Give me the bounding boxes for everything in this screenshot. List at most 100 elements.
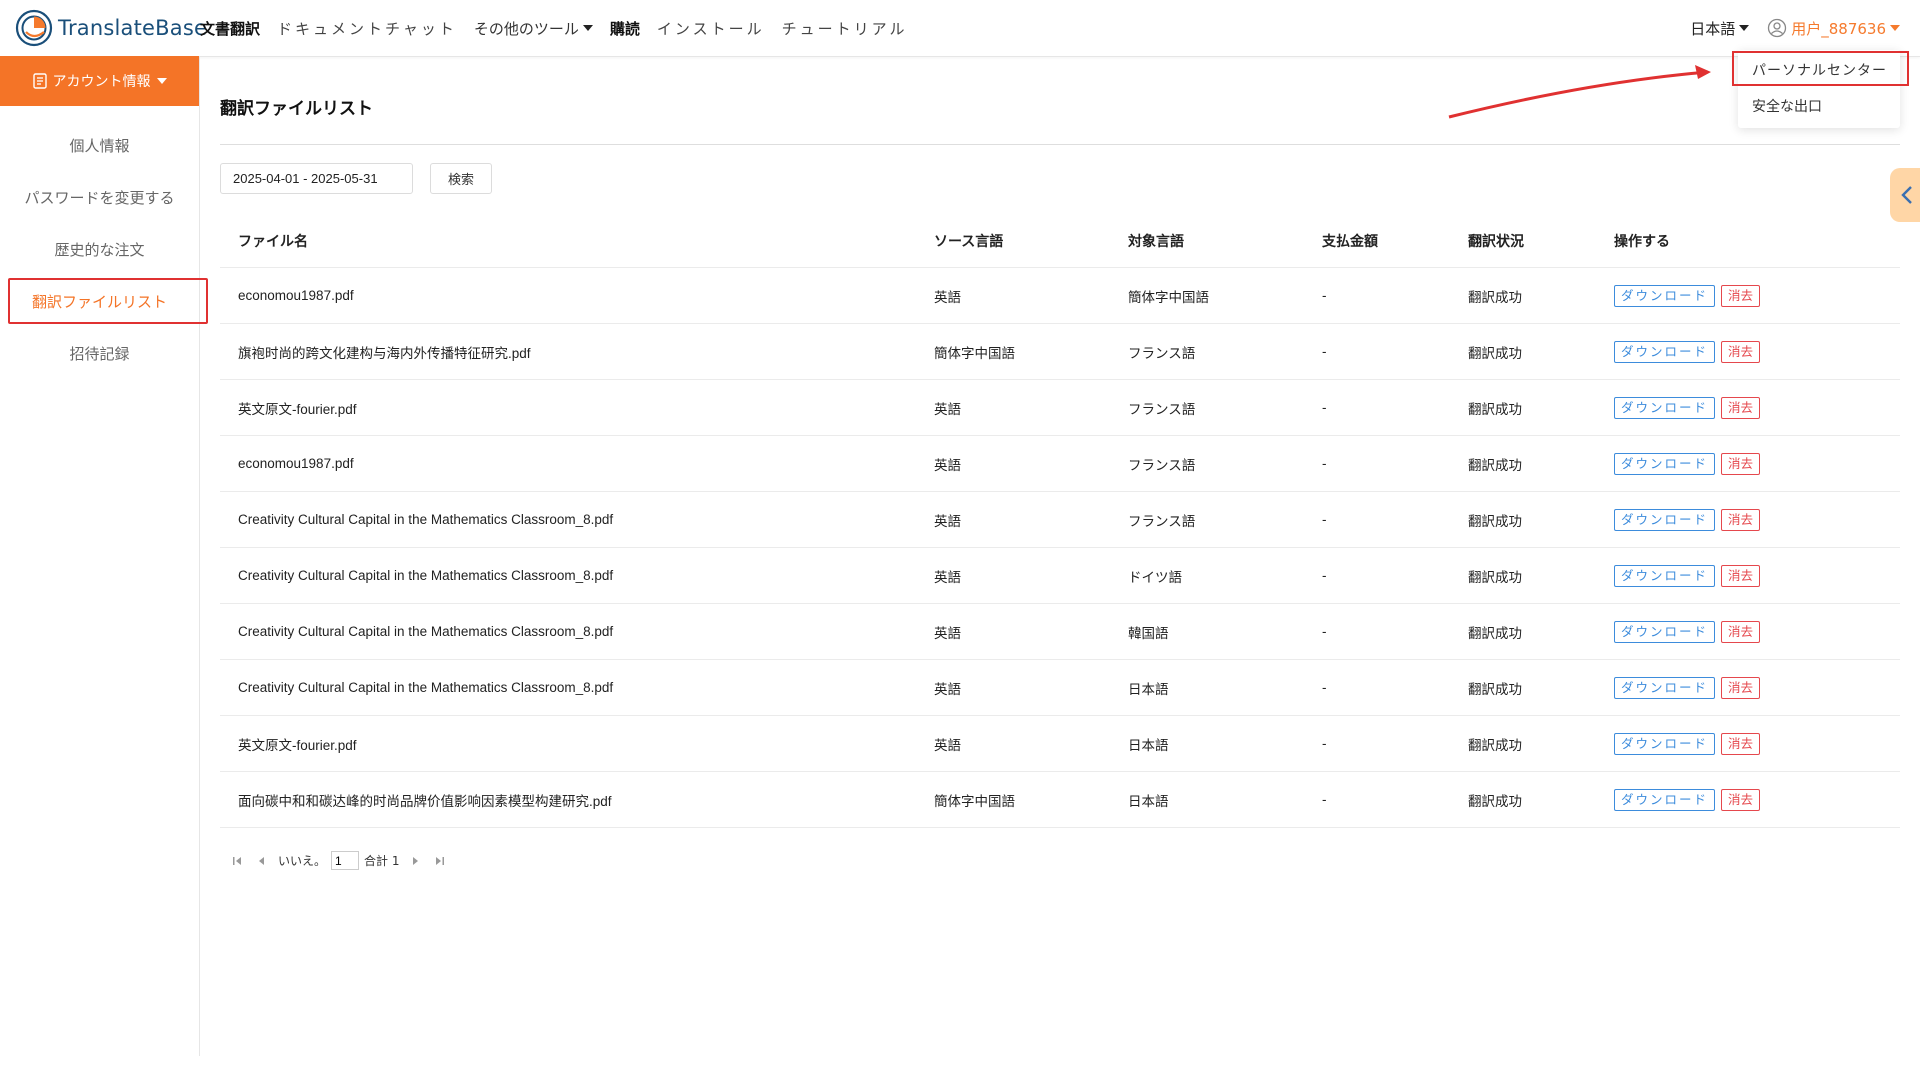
nav-label: チュートリアル <box>781 19 908 38</box>
download-button[interactable]: ダウンロード <box>1614 732 1716 755</box>
next-page-icon[interactable] <box>407 852 425 870</box>
pagination: いいえ。 合計 1 <box>228 851 455 870</box>
table-row: Creativity Cultural Capital in the Mathe… <box>220 491 1900 548</box>
column-header-status: 翻訳状況 <box>1450 215 1596 268</box>
actions-cell: ダウンロード 消去 <box>1596 491 1900 548</box>
status-cell: 翻訳成功 <box>1450 323 1596 380</box>
nav-label: 購読 <box>609 19 640 38</box>
source-language-cell: 英語 <box>916 379 1110 436</box>
delete-button[interactable]: 消去 <box>1721 788 1761 811</box>
target-language-cell: フランス語 <box>1110 379 1304 436</box>
download-button[interactable]: ダウンロード <box>1614 340 1716 363</box>
caret-down-icon <box>582 25 593 31</box>
source-language-cell: 簡体字中国語 <box>916 771 1110 828</box>
caret-down-icon <box>1739 25 1750 31</box>
last-page-icon[interactable] <box>431 852 449 870</box>
delete-button[interactable]: 消去 <box>1721 620 1761 643</box>
account-info-header[interactable]: アカウント情報 <box>0 56 199 106</box>
main-menu: 文書翻訳 ドキュメントチャット その他のツール 購読 インストール チュートリア… <box>200 0 924 56</box>
payment-cell: - <box>1304 435 1450 492</box>
top-navbar: TranslateBase 文書翻訳 ドキュメントチャット その他のツール 購読… <box>0 0 1920 57</box>
status-cell: 翻訳成功 <box>1450 659 1596 716</box>
target-language-cell: 簡体字中国語 <box>1110 267 1304 324</box>
column-header-file-name: ファイル名 <box>220 215 916 268</box>
source-language-cell: 英語 <box>916 659 1110 716</box>
page-title: 翻訳ファイルリスト <box>220 99 373 119</box>
side-panel-toggle[interactable] <box>1890 168 1920 222</box>
payment-cell: - <box>1304 659 1450 716</box>
payment-cell: - <box>1304 715 1450 772</box>
actions-cell: ダウンロード 消去 <box>1596 379 1900 436</box>
target-language-cell: フランス語 <box>1110 435 1304 492</box>
download-button[interactable]: ダウンロード <box>1614 508 1716 531</box>
search-button[interactable]: 検索 <box>430 163 492 194</box>
target-language-cell: フランス語 <box>1110 323 1304 380</box>
download-button[interactable]: ダウンロード <box>1614 396 1716 419</box>
column-header-actions: 操作する <box>1596 215 1900 268</box>
payment-cell: - <box>1304 771 1450 828</box>
sidebar-item-label: 個人情報 <box>69 137 130 155</box>
divider <box>220 144 1900 145</box>
nav-document-translation[interactable]: 文書翻訳 <box>200 18 260 39</box>
sidebar-item-invitation-records[interactable]: 招待記録 <box>0 328 199 380</box>
download-button[interactable]: ダウンロード <box>1614 452 1716 475</box>
download-button[interactable]: ダウンロード <box>1614 788 1716 811</box>
file-name-cell: 英文原文-fourier.pdf <box>220 379 916 436</box>
chevron-left-icon <box>1901 186 1912 204</box>
table-row: 旗袍时尚的跨文化建构与海内外传播特征研究.pdf 簡体字中国語 フランス語 - 翻訳成功… <box>220 323 1900 380</box>
status-cell: 翻訳成功 <box>1450 491 1596 548</box>
payment-cell: - <box>1304 491 1450 548</box>
language-selector[interactable]: 日本語 <box>1690 18 1750 39</box>
sidebar-item-order-history[interactable]: 歴史的な注文 <box>0 224 199 276</box>
nav-install[interactable]: インストール <box>657 18 765 39</box>
delete-button[interactable]: 消去 <box>1721 564 1761 587</box>
sidebar-item-translation-files[interactable]: 翻訳ファイルリスト <box>0 276 208 328</box>
brand-logo[interactable]: TranslateBase <box>14 8 207 48</box>
download-button[interactable]: ダウンロード <box>1614 620 1716 643</box>
table-row: 英文原文-fourier.pdf 英語 フランス語 - 翻訳成功 ダウンロード 消去 <box>220 379 1900 436</box>
delete-button[interactable]: 消去 <box>1721 732 1761 755</box>
menu-item-secure-exit[interactable]: 安全な出口 <box>1738 89 1900 125</box>
file-name-cell: 面向碳中和和碳达峰的时尚品牌价值影响因素模型构建研究.pdf <box>220 771 916 828</box>
sidebar-item-label: 翻訳ファイルリスト <box>31 293 167 311</box>
actions-cell: ダウンロード 消去 <box>1596 267 1900 324</box>
payment-cell: - <box>1304 267 1450 324</box>
nav-document-chat[interactable]: ドキュメントチャット <box>277 18 457 39</box>
source-language-cell: 英語 <box>916 547 1110 604</box>
prev-page-icon[interactable] <box>252 852 270 870</box>
caret-down-icon <box>156 78 167 84</box>
source-language-cell: 英語 <box>916 267 1110 324</box>
actions-cell: ダウンロード 消去 <box>1596 715 1900 772</box>
download-button[interactable]: ダウンロード <box>1614 564 1716 587</box>
annotation-arrow <box>1448 65 1711 119</box>
nav-tutorial[interactable]: チュートリアル <box>782 18 908 39</box>
delete-button[interactable]: 消去 <box>1721 452 1761 475</box>
nav-other-tools[interactable]: その他のツール <box>474 18 593 39</box>
delete-button[interactable]: 消去 <box>1721 396 1761 419</box>
user-menu[interactable]: 用户_887636 <box>1767 18 1900 39</box>
download-button[interactable]: ダウンロード <box>1614 284 1716 307</box>
page-number-input[interactable] <box>331 851 360 870</box>
delete-button[interactable]: 消去 <box>1721 508 1761 531</box>
date-range-input[interactable]: 2025-04-01 - 2025-05-31 <box>220 163 413 194</box>
caret-down-icon <box>1890 25 1900 31</box>
payment-cell: - <box>1304 379 1450 436</box>
sidebar-item-personal-info[interactable]: 個人情報 <box>0 120 199 172</box>
brand-name: TranslateBase <box>58 16 208 40</box>
table-row: Creativity Cultural Capital in the Mathe… <box>220 547 1900 604</box>
table-header-row: ファイル名 ソース言語 対象言語 支払金額 翻訳状況 操作する <box>220 215 1900 268</box>
sidebar-item-change-password[interactable]: パスワードを変更する <box>0 172 199 224</box>
delete-button[interactable]: 消去 <box>1721 340 1761 363</box>
highlight-box <box>1732 51 1909 86</box>
column-header-source-language: ソース言語 <box>916 215 1110 268</box>
payment-cell: - <box>1304 323 1450 380</box>
delete-button[interactable]: 消去 <box>1721 284 1761 307</box>
logo-icon <box>15 9 53 47</box>
delete-button[interactable]: 消去 <box>1721 676 1761 699</box>
target-language-cell: 韓国語 <box>1110 603 1304 660</box>
download-button[interactable]: ダウンロード <box>1614 676 1716 699</box>
language-label: 日本語 <box>1690 19 1736 38</box>
first-page-icon[interactable] <box>228 852 246 870</box>
nav-subscribe[interactable]: 購読 <box>610 18 640 39</box>
actions-cell: ダウンロード 消去 <box>1596 323 1900 380</box>
